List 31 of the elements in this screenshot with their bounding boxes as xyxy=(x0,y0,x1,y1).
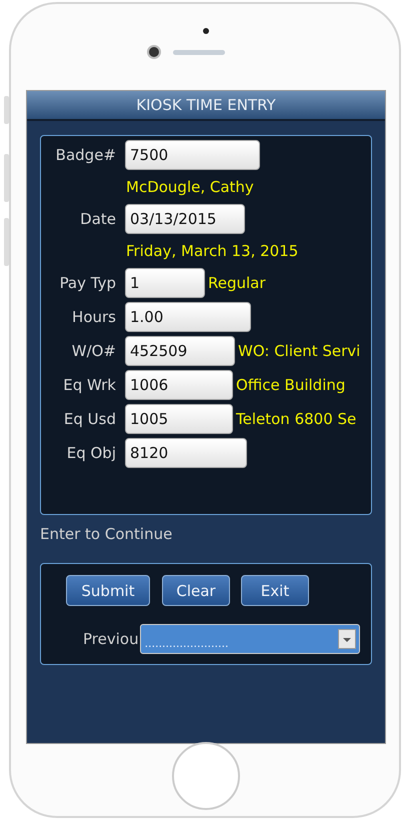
input-field[interactable]: 1.00 xyxy=(125,302,251,332)
sensor-icon xyxy=(203,28,209,34)
action-button[interactable]: Submit xyxy=(66,575,150,606)
field-description: Regular xyxy=(208,274,266,292)
input-field[interactable]: 8120 xyxy=(125,438,247,468)
field-label: Pay Typ xyxy=(58,274,116,292)
input-field[interactable]: 1005 xyxy=(125,404,233,434)
field-description: WO: Client Servi xyxy=(238,342,360,360)
window-title: KIOSK TIME ENTRY xyxy=(27,91,385,121)
field-label: Eq Obj xyxy=(66,444,116,462)
previous-label: Previou xyxy=(83,630,139,648)
speaker-icon xyxy=(173,50,225,54)
field-label: Eq Usd xyxy=(62,410,116,428)
camera-icon xyxy=(147,45,161,59)
field-description: Friday, March 13, 2015 xyxy=(126,242,298,260)
field-description: Teleton 6800 Se xyxy=(236,410,356,428)
field-label: Eq Wrk xyxy=(62,376,116,394)
field-label: Badge# xyxy=(54,146,116,164)
field-label: Date xyxy=(79,210,116,228)
field-description: Office Building xyxy=(236,376,346,394)
field-description: McDougle, Cathy xyxy=(126,178,254,196)
field-label: W/O# xyxy=(70,342,116,360)
input-field[interactable]: 1 xyxy=(125,268,205,298)
action-button[interactable]: Exit xyxy=(241,575,309,606)
action-button[interactable]: Clear xyxy=(162,575,230,606)
input-field[interactable]: 1006 xyxy=(125,370,233,400)
input-field[interactable]: 03/13/2015 xyxy=(125,204,245,234)
field-label: Hours xyxy=(71,308,116,326)
input-field[interactable]: 7500 xyxy=(125,140,260,170)
input-field[interactable]: 452509 xyxy=(125,336,235,366)
hint-text: Enter to Continue xyxy=(39,524,174,545)
